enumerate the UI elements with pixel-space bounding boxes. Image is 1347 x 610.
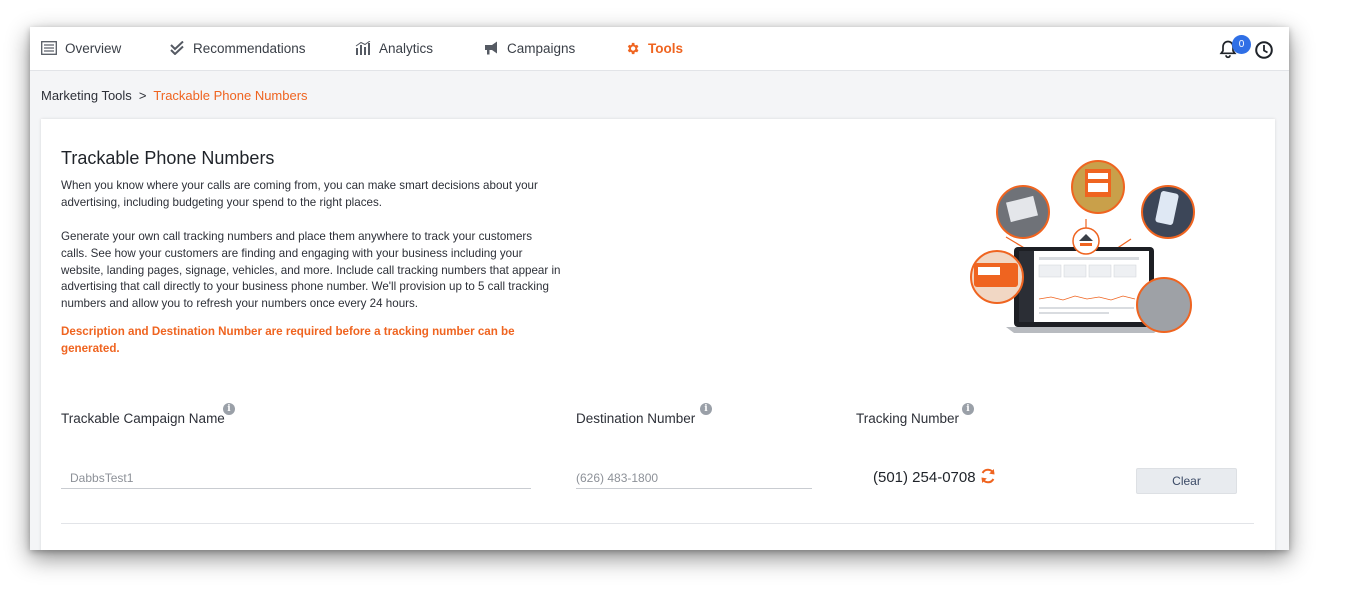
megaphone-icon (482, 40, 500, 56)
tracking-number-label: Tracking Number (856, 411, 960, 426)
bar-chart-icon (354, 40, 372, 56)
nav-analytics-label: Analytics (379, 40, 434, 56)
gear-icon (623, 40, 641, 56)
breadcrumb: Marketing Tools > Trackable Phone Number… (41, 88, 308, 103)
nav-tools-label: Tools (648, 40, 683, 56)
history-clock-icon[interactable] (1254, 40, 1274, 60)
campaign-name-input[interactable] (61, 467, 531, 489)
tracking-number-value: (501) 254-0708 (873, 469, 976, 486)
destination-number-info-icon[interactable]: i (700, 403, 712, 415)
destination-number-label: Destination Number (576, 411, 696, 426)
trackable-numbers-card: Trackable Phone Numbers When you know wh… (41, 119, 1275, 550)
nav-recommendations-label: Recommendations (193, 40, 306, 56)
refresh-icon[interactable] (978, 466, 998, 486)
page-title: Trackable Phone Numbers (61, 148, 275, 168)
breadcrumb-separator: > (138, 88, 147, 103)
destination-number-input[interactable] (576, 467, 812, 489)
clear-button[interactable]: Clear (1136, 468, 1237, 494)
tracking-number-info-icon[interactable]: i (962, 403, 974, 415)
campaign-name-label: Trackable Campaign Name (61, 411, 225, 426)
notifications-count-badge[interactable]: 0 (1232, 35, 1251, 54)
nav-tools[interactable]: Tools (623, 40, 683, 56)
app-window: Overview Recommendations Analytics Campa… (30, 27, 1289, 550)
row-divider (61, 523, 1254, 524)
top-navigation: Overview Recommendations Analytics Campa… (30, 27, 1289, 71)
nav-recommendations[interactable]: Recommendations (168, 40, 306, 56)
nav-overview[interactable]: Overview (40, 40, 121, 56)
campaign-name-info-icon[interactable]: i (223, 403, 235, 415)
tracking-illustration-desk-thumb (1136, 277, 1192, 333)
double-check-icon (168, 40, 186, 56)
nav-campaigns-label: Campaigns (507, 40, 576, 56)
intro-paragraph: When you know where your calls are comin… (61, 179, 538, 209)
nav-campaigns[interactable]: Campaigns (482, 40, 575, 56)
description-paragraph: Generate your own call tracking numbers … (61, 230, 561, 311)
nav-overview-label: Overview (65, 40, 122, 56)
required-warning: Description and Destination Number are r… (61, 325, 515, 355)
list-icon (40, 40, 58, 56)
nav-analytics[interactable]: Analytics (354, 40, 433, 56)
breadcrumb-parent-link[interactable]: Marketing Tools (41, 88, 132, 103)
breadcrumb-current: Trackable Phone Numbers (153, 88, 308, 103)
